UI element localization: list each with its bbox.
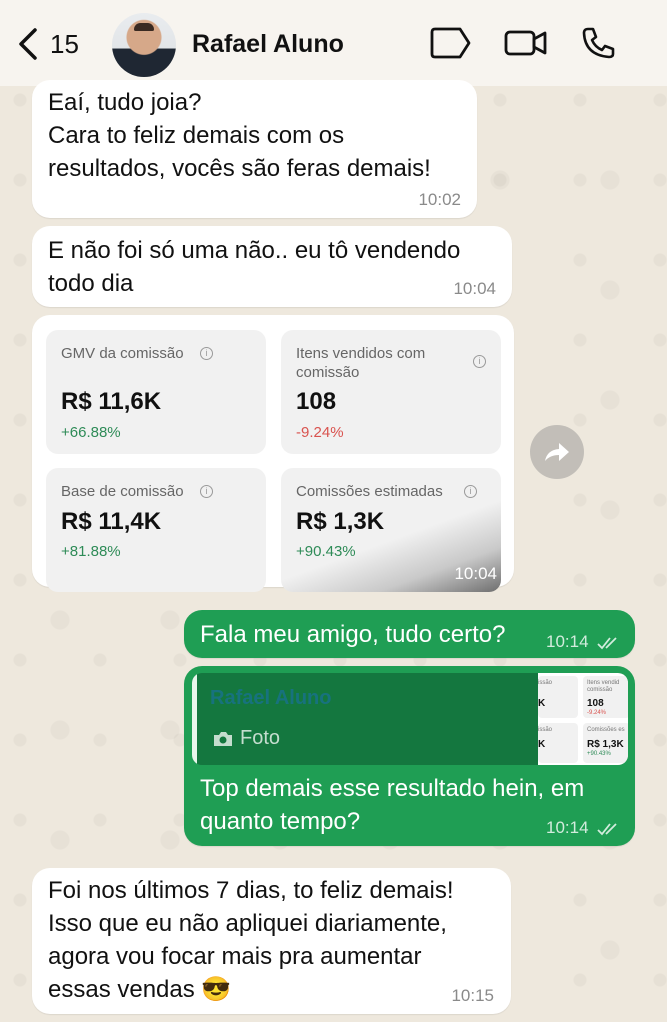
thumb-card: Comissões es R$ 1,3K +90.43% [583,723,628,763]
quote-accent-bar [192,673,197,765]
thumb-value: K [538,698,546,709]
thumb-value: R$ 1,3K [587,739,624,750]
info-icon: i [473,355,486,368]
stat-value: R$ 11,6K [61,388,162,415]
thumb-value: 108 [587,698,604,709]
camera-icon [214,731,232,746]
message-text: Fala meu amigo, tudo certo? [200,621,506,648]
contact-name[interactable]: Rafael Aluno [192,30,344,59]
message-time-value: 10:14 [546,818,589,837]
stat-card-items: Itens vendidos com comissão i 108 -9.24% [281,330,501,454]
stat-card-base: Base de comissão i R$ 11,4K +81.88% [46,468,266,592]
thumb-card: issão K [538,723,578,763]
info-icon: i [200,347,213,360]
stat-card-gmv: GMV da comissão i R$ 11,6K +66.88% [46,330,266,454]
phone-call-icon[interactable] [580,26,616,60]
read-ticks-icon [597,822,617,835]
thumb-label: issão [538,727,553,733]
forward-button[interactable] [530,425,584,479]
thumb-label: Comissões es [587,727,625,733]
thumb-value: K [538,739,546,750]
avatar[interactable] [112,13,176,77]
message-text: Foi nos últimos 7 dias, to feliz demais!… [48,877,454,1003]
message-text: Top demais esse resultado hein, em quant… [200,775,585,835]
message-text: Eaí, tudo joia? Cara to feliz demais com… [48,89,431,182]
video-call-icon[interactable] [504,26,548,60]
message-time: 10:02 [418,190,461,209]
chevron-left-icon [19,28,37,60]
back-button[interactable]: 15 [16,26,79,62]
thumb-change: -9.24% [587,710,607,716]
forward-icon [545,443,569,461]
info-icon: i [464,485,477,498]
stat-label: Itens vendidos com comissão [296,345,426,381]
message-time: 10:14 [546,632,621,652]
stat-value: R$ 11,4K [61,508,162,535]
thumb-label: issão [538,680,553,686]
thumb-card: issão K [538,676,578,718]
message-text: E não foi só uma não.. eu tô vendendo to… [48,237,461,297]
stat-change: +90.43% [296,543,356,560]
message-time: 10:04 [453,279,496,298]
message-time-value: 10:14 [546,632,589,651]
stat-change: -9.24% [296,424,344,441]
message-bubble-outgoing-reply[interactable]: Rafael Aluno Foto issão K Itens vendid c… [184,666,635,846]
stat-value: 108 [296,388,337,415]
message-time: 10:14 [546,818,621,838]
chat-header: 15 Rafael Aluno [0,0,667,86]
stat-label: Comissões estimadas [296,483,443,500]
quote-type: Foto [212,727,280,750]
label-icon[interactable] [428,26,472,60]
quoted-message[interactable]: Rafael Aluno Foto issão K Itens vendid c… [192,673,628,765]
stat-change: +66.88% [61,424,121,441]
stat-value: R$ 1,3K [296,508,385,535]
read-ticks-icon [597,636,617,649]
message-bubble-outgoing[interactable]: Fala meu amigo, tudo certo? 10:14 [184,610,635,658]
thumb-label: Itens vendid comissão [587,680,620,693]
thumb-card: Itens vendid comissão 108 -9.24% [583,676,628,718]
stat-change: +81.88% [61,543,121,560]
quote-type-label: Foto [240,727,281,749]
quote-author: Rafael Aluno [210,687,332,709]
message-bubble-incoming[interactable]: E não foi só uma não.. eu tô vendendo to… [32,226,512,307]
message-bubble-incoming[interactable]: Eaí, tudo joia? Cara to feliz demais com… [32,80,477,218]
quote-thumbnail: issão K Itens vendid comissão 108 -9.24%… [538,673,628,765]
info-icon: i [200,485,213,498]
message-time: 10:15 [451,986,494,1005]
unread-count: 15 [50,28,79,59]
stat-card-commissions: Comissões estimadas i R$ 1,3K +90.43% 10… [281,468,501,592]
message-time: 10:04 [454,564,497,583]
image-message[interactable]: GMV da comissão i R$ 11,6K +66.88% Itens… [32,315,514,592]
thumb-change: +90.43% [587,751,611,757]
message-bubble-incoming[interactable]: Foi nos últimos 7 dias, to feliz demais!… [32,868,511,1014]
